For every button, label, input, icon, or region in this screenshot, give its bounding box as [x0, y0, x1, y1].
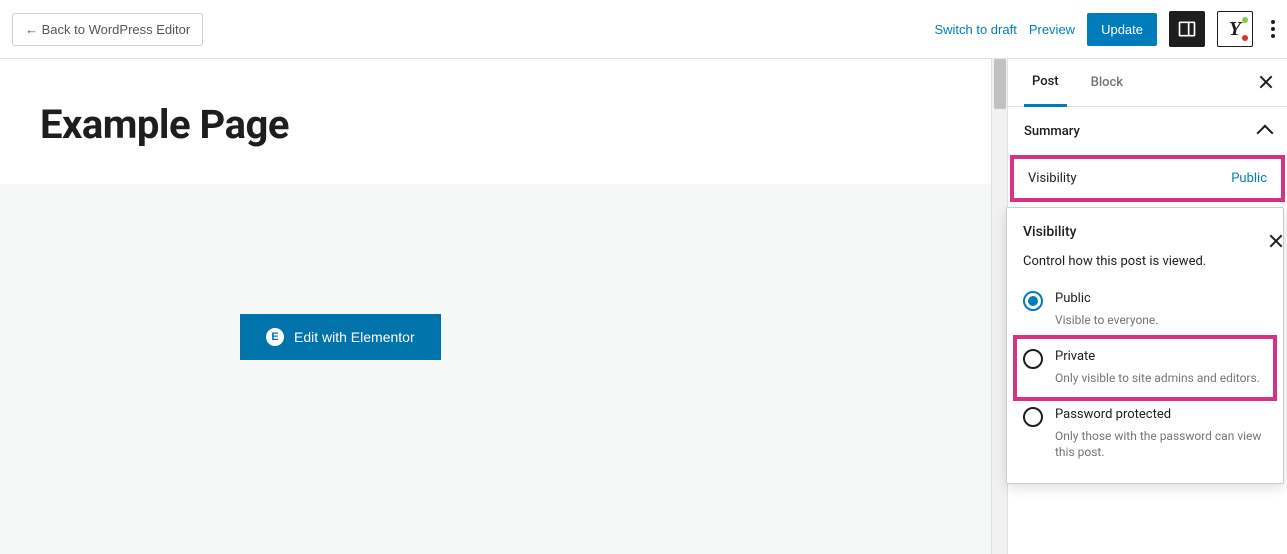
update-button[interactable]: Update — [1087, 13, 1157, 46]
yoast-icon[interactable]: Y — [1217, 11, 1253, 47]
radio-password[interactable] — [1023, 407, 1043, 427]
radio-hint: Only visible to site admins and editors. — [1055, 370, 1267, 387]
chevron-up-icon — [1257, 125, 1274, 142]
summary-label: Summary — [1024, 124, 1080, 139]
visibility-value[interactable]: Public — [1231, 171, 1267, 186]
scrollbar-thumb[interactable] — [994, 59, 1006, 109]
visibility-option-public[interactable]: Public Visible to everyone. — [1023, 285, 1267, 335]
close-icon — [1257, 73, 1275, 91]
visibility-option-password[interactable]: Password protected Only those with the p… — [1023, 401, 1267, 468]
edit-with-elementor-button[interactable]: E Edit with Elementor — [240, 314, 441, 360]
radio-hint: Only those with the password can view th… — [1055, 428, 1267, 462]
visibility-label: Visibility — [1028, 171, 1077, 186]
back-to-wp-button[interactable]: ← Back to WordPress Editor — [12, 13, 203, 46]
vertical-scrollbar[interactable] — [991, 59, 1007, 554]
radio-label: Public — [1055, 291, 1267, 306]
settings-sidebar-toggle-icon[interactable] — [1169, 11, 1205, 47]
radio-public[interactable] — [1023, 291, 1043, 311]
radio-body: Public Visible to everyone. — [1055, 291, 1267, 329]
tab-post[interactable]: Post — [1024, 59, 1067, 107]
elementor-label: Edit with Elementor — [294, 329, 415, 345]
visibility-row-highlight: Visibility Public — [1010, 155, 1285, 202]
tab-block[interactable]: Block — [1083, 59, 1131, 107]
popover-title-row: Visibility — [1023, 224, 1267, 240]
visibility-popover: Visibility Control how this post is view… — [1006, 207, 1284, 484]
switch-to-draft-button[interactable]: Switch to draft — [934, 22, 1016, 37]
radio-hint: Visible to everyone. — [1055, 312, 1267, 329]
settings-sidebar: Post Block Summary Visibility Public Vis… — [1007, 59, 1287, 554]
visibility-row[interactable]: Visibility Public — [1014, 159, 1281, 198]
editor-header: ← Back to WordPress Editor Switch to dra… — [0, 0, 1287, 59]
radio-label: Private — [1055, 349, 1267, 364]
radio-label: Password protected — [1055, 407, 1267, 422]
popover-title: Visibility — [1023, 224, 1076, 240]
summary-panel-header[interactable]: Summary — [1008, 107, 1287, 155]
elementor-icon: E — [266, 328, 284, 346]
page-title[interactable]: Example Page — [0, 59, 991, 148]
close-sidebar-button[interactable] — [1257, 73, 1275, 91]
more-options-icon[interactable] — [1271, 20, 1275, 38]
sidebar-tabs: Post Block — [1008, 59, 1287, 107]
radio-body: Private Only visible to site admins and … — [1055, 349, 1267, 387]
main-area: Example Page E Edit with Elementor Post … — [0, 59, 1287, 554]
editor-canvas: Example Page E Edit with Elementor — [0, 59, 991, 554]
header-actions: Switch to draft Preview Update Y — [934, 11, 1275, 47]
radio-body: Password protected Only those with the p… — [1055, 407, 1267, 462]
canvas-body: E Edit with Elementor — [0, 184, 991, 554]
preview-button[interactable]: Preview — [1029, 22, 1075, 37]
visibility-option-private[interactable]: Private Only visible to site admins and … — [1013, 335, 1277, 401]
radio-private[interactable] — [1023, 349, 1043, 369]
popover-description: Control how this post is viewed. — [1023, 254, 1267, 269]
